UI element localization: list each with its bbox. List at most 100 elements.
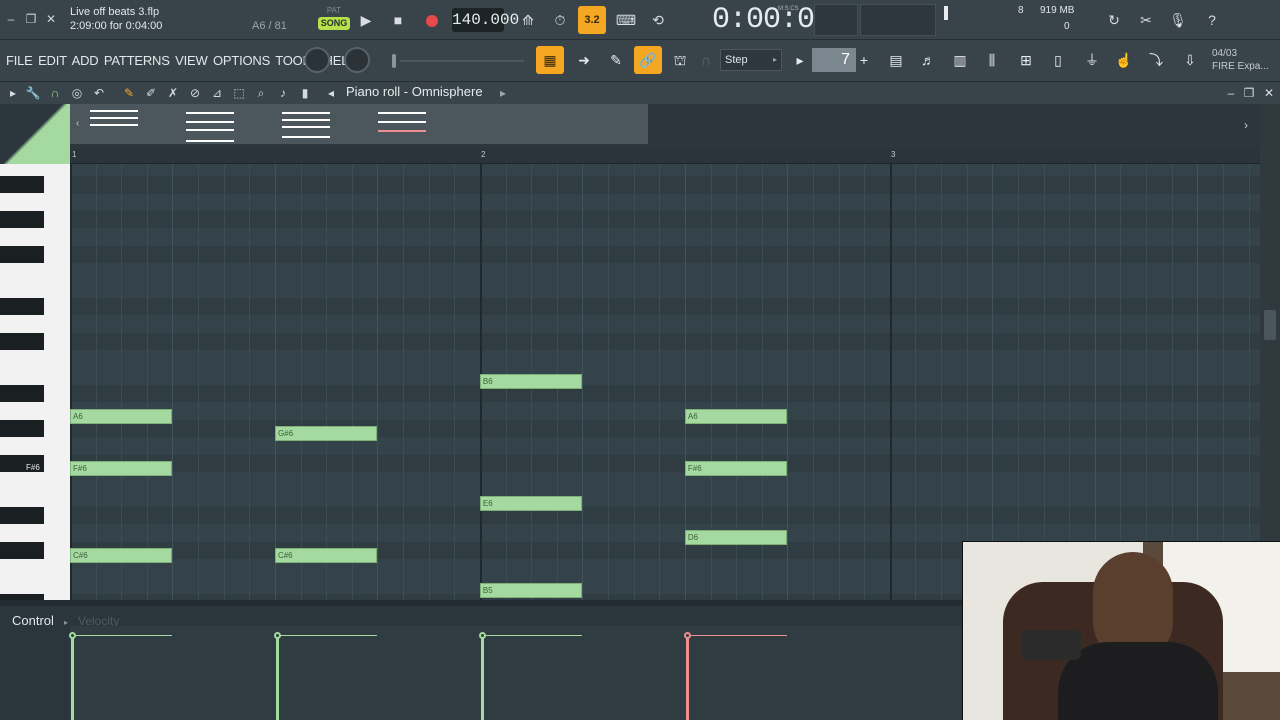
panel-maximize-icon[interactable]: ❐ (1240, 84, 1258, 102)
note-gsharp6[interactable]: G#6 (274, 426, 378, 441)
stamp-icon[interactable]: ⛫ (666, 46, 694, 74)
menu-file[interactable]: FILE (6, 53, 33, 68)
step-number[interactable]: 7 (812, 48, 856, 72)
master-pitch-knob[interactable] (344, 47, 370, 73)
piano-roll-view-button[interactable]: ▦ (536, 46, 564, 74)
stamp-preview-4[interactable] (378, 112, 426, 132)
velocity-stem[interactable] (71, 636, 74, 720)
brush-icon[interactable]: ✐ (142, 84, 160, 102)
note-csharp6[interactable]: C#6 (70, 547, 173, 563)
help-icon[interactable]: ? (1198, 6, 1226, 34)
mute-tool-icon[interactable]: ⊘ (186, 84, 204, 102)
options-arrow-icon[interactable]: ▸ (4, 84, 22, 102)
step-plus-icon[interactable]: + (856, 46, 872, 74)
snap-select[interactable]: Step ▸ (720, 49, 782, 71)
playback-tool-icon[interactable]: ▮ (296, 84, 314, 102)
arrow-right-icon[interactable]: ➜ (570, 46, 598, 74)
microphone-icon[interactable]: 🎙 (1164, 6, 1192, 34)
record-button[interactable] (418, 6, 446, 34)
browser-icon[interactable]: ⊞ (1012, 46, 1040, 74)
black-key[interactable] (0, 245, 44, 263)
refresh-icon[interactable]: ↻ (1100, 6, 1128, 34)
magnet-snap-icon[interactable]: ∩ (46, 84, 64, 102)
plugin-icon[interactable]: ⏚ (1078, 46, 1106, 74)
black-key[interactable] (0, 332, 44, 350)
control-arrow-icon[interactable]: ▸ (64, 618, 68, 627)
vertical-scrollbar[interactable] (1260, 104, 1280, 600)
magnet-icon[interactable]: ∩ (698, 46, 714, 74)
header-right-arrow-icon[interactable]: › (1244, 118, 1248, 132)
speaker-icon[interactable]: ♪ (274, 84, 292, 102)
note-fsharp6[interactable]: F#6 (684, 460, 788, 476)
channel-rack-icon[interactable]: ▥ (946, 46, 974, 74)
master-volume-knob[interactable] (304, 47, 330, 73)
stamp-preview-1[interactable] (90, 110, 138, 126)
restore-icon[interactable]: ❐ (22, 9, 40, 29)
pencil-tool-icon[interactable]: ✎ (602, 46, 630, 74)
pat-song-toggle[interactable]: PAT SONG (318, 6, 350, 34)
scrollbar-thumb[interactable] (1264, 310, 1276, 340)
stamp-preview-2[interactable] (186, 112, 234, 142)
velocity-stem[interactable] (480, 636, 484, 720)
note-fsharp6[interactable]: F#6 (70, 460, 173, 476)
project-icon[interactable]: ▯ (1044, 46, 1072, 74)
black-key[interactable] (0, 541, 44, 559)
link-icon[interactable]: 🔗 (634, 46, 662, 74)
step-prev-icon[interactable]: ▸ (792, 46, 808, 74)
title-arrow-icon[interactable]: ▸ (494, 84, 512, 102)
pencil-icon[interactable]: ✎ (120, 84, 138, 102)
black-key[interactable] (0, 384, 44, 402)
black-key[interactable] (0, 176, 44, 194)
note-e6[interactable]: E6 (479, 495, 583, 511)
note-b6[interactable]: B6 (479, 373, 583, 389)
tempo-display[interactable]: 140.000 (452, 8, 519, 32)
delete-tool-icon[interactable]: ✗ (164, 84, 182, 102)
note-csharp6[interactable]: C#6 (274, 547, 378, 563)
panel-close-icon[interactable]: ✕ (1260, 84, 1278, 102)
undo-icon[interactable]: ↶ (90, 84, 108, 102)
mixer-icon[interactable]: ⫼ (978, 46, 1006, 74)
pattern-step-button[interactable]: 3.2 (578, 6, 606, 34)
menu-patterns[interactable]: PATTERNS (104, 53, 170, 68)
note-d6[interactable]: D6 (684, 530, 788, 546)
note-a6[interactable]: A6 (684, 408, 788, 424)
control-label[interactable]: Control (12, 613, 54, 628)
stamp-tool-icon[interactable]: ◎ (68, 84, 86, 102)
wrench-icon[interactable]: 🔧 (24, 84, 42, 102)
piano-roll-icon[interactable]: ♬ (914, 46, 942, 74)
menu-edit[interactable]: EDIT (38, 53, 67, 68)
piano-keyboard[interactable]: F#6F#5 (0, 164, 70, 681)
menu-view[interactable]: VIEW (175, 53, 208, 68)
menu-add[interactable]: ADD (72, 53, 99, 68)
minimize-icon[interactable]: – (2, 9, 20, 29)
select-tool-icon[interactable]: ⬚ (230, 84, 248, 102)
panel-minimize-icon[interactable]: – (1222, 84, 1240, 102)
slice-tool-icon[interactable]: ⊿ (208, 84, 226, 102)
zoom-icon[interactable]: ⌕ (252, 84, 270, 102)
velocity-stem[interactable] (275, 636, 279, 720)
menu-options[interactable]: OPTIONS (213, 53, 270, 68)
loop-record-icon[interactable]: ⟲ (644, 6, 672, 34)
strip-left-arrow-icon[interactable]: ‹ (76, 118, 79, 129)
note-b5[interactable]: B5 (479, 582, 583, 598)
tempo-tapper-icon[interactable]: ☝ (1110, 46, 1138, 74)
timeline-ruler[interactable]: 1 2 3 (70, 148, 1260, 164)
slider-handle[interactable] (392, 54, 396, 68)
black-key[interactable] (0, 506, 44, 524)
note-grid[interactable]: A6F#6C#6G#6C#6G#5E5B6E6B5G#5A6F#6D6A5 (70, 164, 1260, 600)
render-icon[interactable]: ⤵ (1142, 46, 1170, 74)
speaker-left-icon[interactable]: ◂ (322, 84, 340, 102)
stop-button[interactable]: ■ (384, 6, 412, 34)
velocity-stem[interactable] (685, 636, 689, 720)
black-key[interactable] (0, 297, 44, 315)
close-icon[interactable]: ✕ (42, 9, 60, 29)
metronome-icon[interactable]: ⟰ (514, 6, 542, 34)
play-button[interactable]: ▶ (352, 6, 380, 34)
playlist-icon[interactable]: ▤ (882, 46, 910, 74)
wait-record-icon[interactable]: ⏱ (546, 6, 574, 34)
news-panel[interactable]: 04/03 FIRE Expa... (1212, 47, 1269, 73)
stamp-preview-3[interactable] (282, 112, 330, 138)
note-a6[interactable]: A6 (70, 408, 173, 424)
typing-keyboard-icon[interactable]: ⌨ (612, 6, 640, 34)
download-icon[interactable]: ⇩ (1176, 46, 1204, 74)
